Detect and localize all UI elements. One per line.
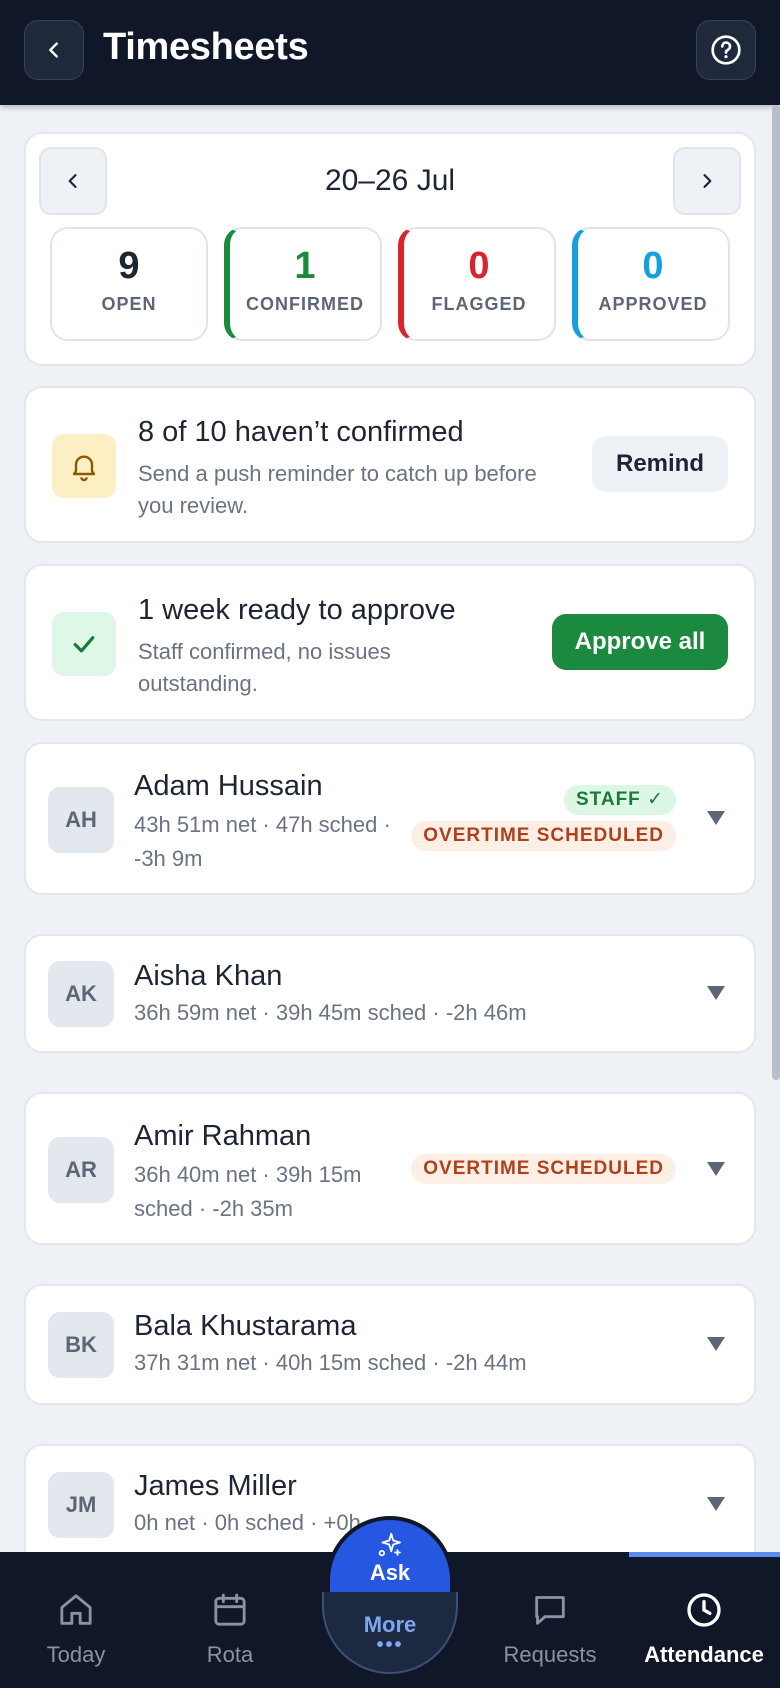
expand-icon[interactable] <box>704 981 728 1005</box>
nav-today[interactable]: Today <box>6 1588 146 1668</box>
stat-open-label: OPEN <box>101 294 157 314</box>
nav-attendance-label: Attendance <box>644 1642 764 1667</box>
week-summary-card: 20–26 Jul 9 OPEN 1 CONFIRMED 0 FLAGGED 0… <box>24 132 756 366</box>
stat-flagged[interactable]: 0 FLAGGED <box>398 227 556 341</box>
nav-rota-label: Rota <box>206 1642 254 1667</box>
staff-row[interactable]: AK Aisha Khan 36h 59m net · 39h 45m sche… <box>24 934 756 1053</box>
staff-name: Bala Khustarama <box>134 1310 357 1342</box>
avatar: BK <box>48 1312 114 1378</box>
check-icon <box>73 636 95 653</box>
bell-icon-container <box>52 434 116 498</box>
staff-name: Adam Hussain <box>134 770 323 802</box>
bell-icon <box>72 455 96 482</box>
approve-description: Staff confirmed, no issues outstanding. <box>138 639 391 696</box>
calendar-icon <box>214 1593 246 1626</box>
stat-approved[interactable]: 0 APPROVED <box>572 227 730 341</box>
stat-open[interactable]: 9 OPEN <box>50 227 208 341</box>
ask-label: Ask <box>369 1560 411 1585</box>
app-header: Timesheets <box>0 0 780 105</box>
nav-attendance[interactable]: Attendance <box>634 1588 774 1668</box>
approve-title: 1 week ready to approve <box>138 594 456 626</box>
approve-all-button[interactable]: Approve all <box>552 614 728 670</box>
stat-flagged-value: 0 <box>468 245 490 287</box>
overtime-badge: OVERTIME SCHEDULED <box>411 821 676 851</box>
staff-row[interactable]: BK Bala Khustarama 37h 31m net · 40h 15m… <box>24 1284 756 1405</box>
help-icon <box>711 35 741 65</box>
staff-name: Amir Rahman <box>134 1120 312 1152</box>
nav-requests[interactable]: Requests <box>480 1588 620 1668</box>
remind-title: 8 of 10 haven’t confirmed <box>138 416 464 448</box>
week-range: 20–26 Jul <box>324 164 456 197</box>
staff-row[interactable]: AH Adam Hussain 43h 51m net · 47h sched … <box>24 742 756 895</box>
check-icon-container <box>52 612 116 676</box>
remind-description: Send a push reminder to catch up before … <box>138 461 537 518</box>
overtime-badge: OVERTIME SCHEDULED <box>411 1154 676 1184</box>
nav-requests-label: Requests <box>503 1642 597 1667</box>
scrollbar[interactable] <box>772 105 780 1080</box>
staff-meta: 43h 51m net · 47h sched · -3h 9m <box>134 812 391 871</box>
expand-icon[interactable] <box>704 806 728 830</box>
avatar: AH <box>48 787 114 853</box>
staff-name: James Miller <box>134 1470 297 1502</box>
more-dots-icon: ••• <box>376 1634 404 1656</box>
staff-meta: 36h 59m net · 39h 45m sched · -2h 46m <box>134 1000 527 1025</box>
help-button[interactable] <box>696 20 756 80</box>
staff-confirmed-badge: STAFF ✓ <box>563 785 676 815</box>
stat-approved-value: 0 <box>642 245 664 287</box>
staff-name: Aisha Khan <box>134 960 283 992</box>
stat-approved-label: APPROVED <box>598 294 708 314</box>
back-button[interactable] <box>24 20 84 80</box>
stat-flagged-label: FLAGGED <box>431 294 527 314</box>
active-tab-indicator <box>629 1552 780 1557</box>
expand-icon[interactable] <box>704 1332 728 1356</box>
message-icon <box>535 1596 565 1625</box>
home-icon <box>60 1594 92 1625</box>
sparkle-icon <box>378 1532 401 1557</box>
remind-button[interactable]: Remind <box>592 436 728 492</box>
approve-card: 1 week ready to approve Staff confirmed,… <box>24 564 756 721</box>
nav-rota[interactable]: Rota <box>160 1588 300 1668</box>
chevron-right-icon <box>703 174 712 188</box>
avatar: AK <box>48 961 114 1027</box>
stat-confirmed[interactable]: 1 CONFIRMED <box>224 227 382 341</box>
clock-icon <box>687 1593 721 1627</box>
expand-icon[interactable] <box>704 1157 728 1181</box>
next-week-button[interactable] <box>673 147 741 215</box>
avatar: JM <box>48 1472 114 1538</box>
page-title: Timesheets <box>103 26 309 68</box>
stat-open-value: 9 <box>118 245 140 287</box>
expand-icon[interactable] <box>704 1492 728 1516</box>
stat-confirmed-value: 1 <box>294 245 316 287</box>
chevron-left-icon <box>49 42 58 58</box>
stat-confirmed-label: CONFIRMED <box>246 294 364 314</box>
remind-card: 8 of 10 haven’t confirmed Send a push re… <box>24 386 756 543</box>
staff-meta: 37h 31m net · 40h 15m sched · -2h 44m <box>134 1350 527 1375</box>
staff-meta: 36h 40m net · 39h 15m sched · -2h 35m <box>134 1162 362 1221</box>
staff-row[interactable]: AR Amir Rahman 36h 40m net · 39h 15m sch… <box>24 1092 756 1245</box>
nav-today-label: Today <box>46 1642 106 1667</box>
avatar: AR <box>48 1137 114 1203</box>
